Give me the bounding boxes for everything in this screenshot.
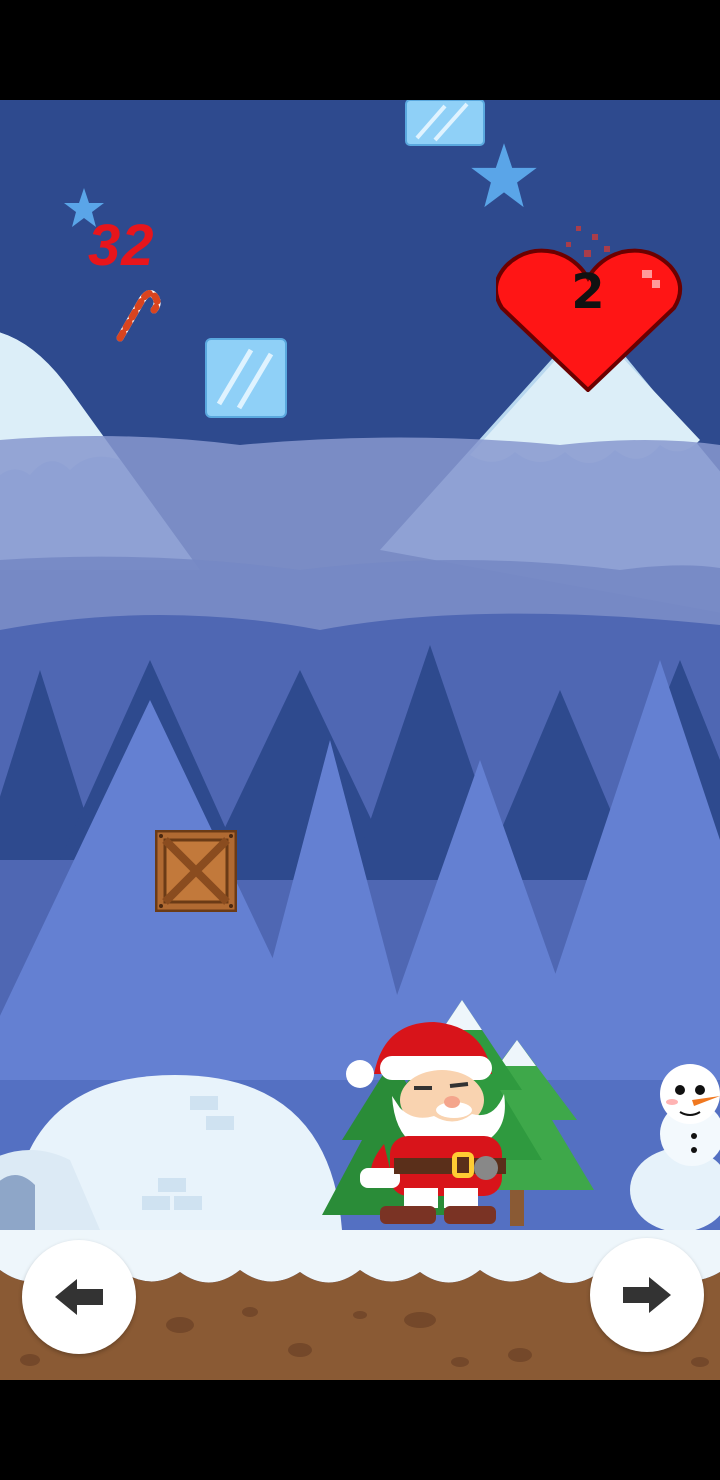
arrow-right-icon <box>623 1277 671 1313</box>
wooden-crate <box>155 830 237 912</box>
star-icon <box>471 143 537 208</box>
snowman <box>630 1064 720 1230</box>
score-counter: 32 <box>88 213 155 278</box>
lives-count: 2 <box>571 264 605 320</box>
navigation-bar <box>0 1380 720 1480</box>
santa-player <box>346 1022 506 1224</box>
game-screen[interactable]: 32 2 <box>0 100 720 1380</box>
move-right-button[interactable] <box>590 1238 704 1352</box>
status-bar <box>0 0 720 100</box>
candy-cane-icon <box>116 290 161 342</box>
ice-block <box>205 338 287 418</box>
lives-indicator: 2 <box>494 226 690 393</box>
arrow-left-icon <box>55 1279 103 1315</box>
move-left-button[interactable] <box>22 1240 136 1354</box>
